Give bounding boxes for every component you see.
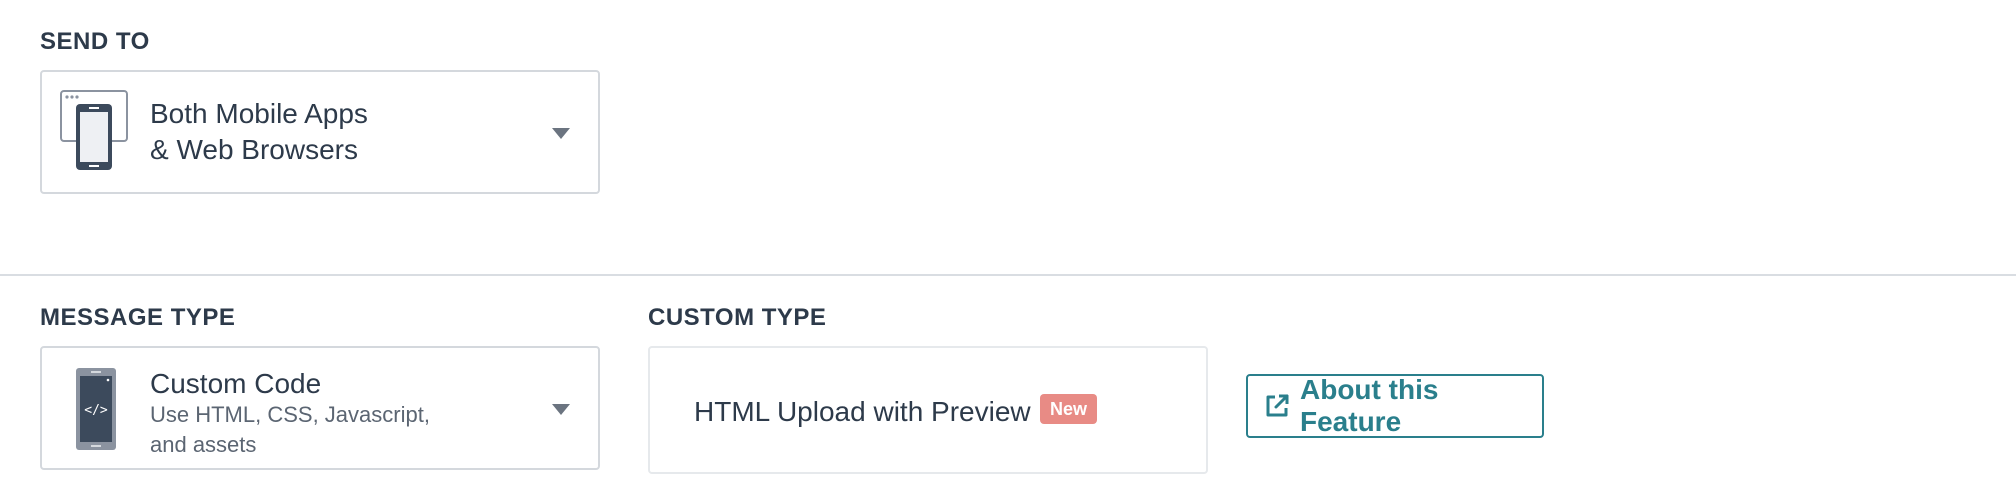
- message-type-label: MESSAGE TYPE: [40, 304, 236, 331]
- message-type-desc-line2: and assets: [150, 432, 257, 457]
- about-feature-button[interactable]: About this Feature: [1246, 374, 1544, 438]
- send-to-selected-line2: & Web Browsers: [150, 134, 358, 165]
- device-browser-icon: [60, 90, 130, 172]
- chevron-down-icon: [552, 128, 570, 139]
- about-feature-label: About this Feature: [1300, 374, 1439, 437]
- section-divider: [0, 274, 2016, 276]
- message-type-title: Custom Code: [150, 368, 322, 399]
- message-type-dropdown[interactable]: </> Custom Code Use HTML, CSS, Javascrip…: [40, 346, 600, 470]
- svg-text:</>: </>: [84, 403, 108, 418]
- new-badge: New: [1040, 394, 1098, 424]
- external-link-icon: [1264, 393, 1290, 419]
- custom-type-option: HTML Upload with Preview: [694, 396, 1031, 427]
- send-to-selected-line1: Both Mobile Apps: [150, 98, 368, 129]
- custom-type-option-card[interactable]: HTML Upload with Preview New: [648, 346, 1208, 474]
- code-phone-icon: </>: [76, 368, 116, 450]
- message-type-desc-line1: Use HTML, CSS, Javascript,: [150, 402, 430, 427]
- chevron-down-icon: [552, 404, 570, 415]
- send-to-label: SEND TO: [40, 28, 150, 55]
- send-to-dropdown[interactable]: Both Mobile Apps & Web Browsers: [40, 70, 600, 194]
- custom-type-label: CUSTOM TYPE: [648, 304, 827, 331]
